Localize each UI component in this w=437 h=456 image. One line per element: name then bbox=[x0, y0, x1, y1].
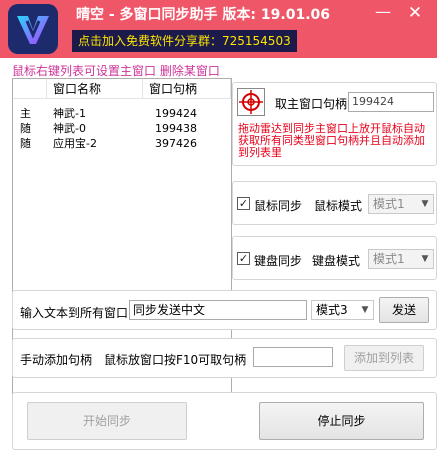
keyboard-mode-label: 键盘模式 bbox=[312, 254, 361, 268]
promo-link[interactable]: 点击加入免费软件分享群：725154503 bbox=[72, 30, 297, 52]
main-handle-label: 取主窗口句柄 bbox=[275, 97, 348, 111]
chevron-down-icon: ▼ bbox=[421, 254, 429, 264]
mouse-mode-select[interactable]: 模式1 ▼ bbox=[368, 194, 434, 214]
text-send-input[interactable]: 同步发送中文 bbox=[129, 300, 307, 320]
send-button[interactable]: 发送 bbox=[379, 297, 429, 323]
row-role: 随 bbox=[20, 122, 31, 135]
drag-radar-hint: 拖动雷达到同步主窗口上放开鼠标自动获取所有同类型窗口句柄并且自动添加到列表里 bbox=[238, 122, 425, 159]
minimize-button[interactable]: — bbox=[372, 0, 394, 26]
main-handle-field[interactable]: 199424 bbox=[348, 92, 434, 112]
text-send-mode-value: 模式3 bbox=[316, 303, 348, 317]
row-role: 随 bbox=[20, 137, 31, 150]
keyboard-mode-select[interactable]: 模式1 ▼ bbox=[368, 249, 434, 269]
add-to-list-button[interactable]: 添加到列表 bbox=[344, 345, 424, 371]
keyboard-sync-checkbox[interactable]: ✓ bbox=[237, 252, 250, 265]
app-logo bbox=[8, 4, 58, 54]
chevron-down-icon: ▼ bbox=[361, 305, 369, 315]
manual-add-hint: 鼠标放窗口按F10可取句柄 bbox=[104, 353, 247, 367]
close-button[interactable]: ✕ bbox=[400, 0, 430, 26]
column-header-name[interactable]: 窗口名称 bbox=[47, 79, 143, 99]
row-window-handle: 397426 bbox=[155, 137, 197, 150]
keyboard-mode-value: 模式1 bbox=[373, 252, 405, 266]
row-window-name: 应用宝-2 bbox=[53, 137, 97, 150]
column-header-handle[interactable]: 窗口句柄 bbox=[143, 79, 231, 99]
manual-add-label: 手动添加句柄 bbox=[20, 353, 93, 367]
window-list[interactable]: 窗口名称 窗口句柄 主 神武-1 199424 随 神武-0 199438 随 … bbox=[12, 78, 232, 444]
window-title: 晴空 - 多窗口同步助手 版本: 19.01.06 bbox=[76, 7, 330, 23]
column-header-role[interactable] bbox=[13, 79, 47, 99]
chevron-down-icon: ▼ bbox=[421, 199, 429, 209]
crosshair-radar-icon[interactable] bbox=[237, 88, 265, 116]
manual-handle-input[interactable] bbox=[253, 347, 333, 367]
text-send-label: 输入文本到所有窗口 bbox=[20, 306, 129, 320]
keyboard-sync-label[interactable]: 键盘同步 bbox=[254, 252, 302, 269]
row-role: 主 bbox=[20, 107, 31, 120]
text-send-mode-select[interactable]: 模式3 ▼ bbox=[311, 300, 374, 320]
list-hint-text: 鼠标右键列表可设置主窗口 删除某窗口 bbox=[12, 64, 220, 78]
mouse-sync-checkbox[interactable]: ✓ bbox=[237, 197, 250, 210]
row-window-handle: 199438 bbox=[155, 122, 197, 135]
row-window-name: 神武-0 bbox=[53, 122, 86, 135]
mouse-sync-label[interactable]: 鼠标同步 bbox=[254, 197, 302, 214]
mouse-mode-value: 模式1 bbox=[373, 197, 405, 211]
stop-sync-button[interactable]: 停止同步 bbox=[259, 402, 424, 440]
row-window-name: 神武-1 bbox=[53, 107, 86, 120]
mouse-mode-label: 鼠标模式 bbox=[314, 199, 363, 213]
start-sync-button[interactable]: 开始同步 bbox=[27, 402, 187, 440]
row-window-handle: 199424 bbox=[155, 107, 197, 120]
